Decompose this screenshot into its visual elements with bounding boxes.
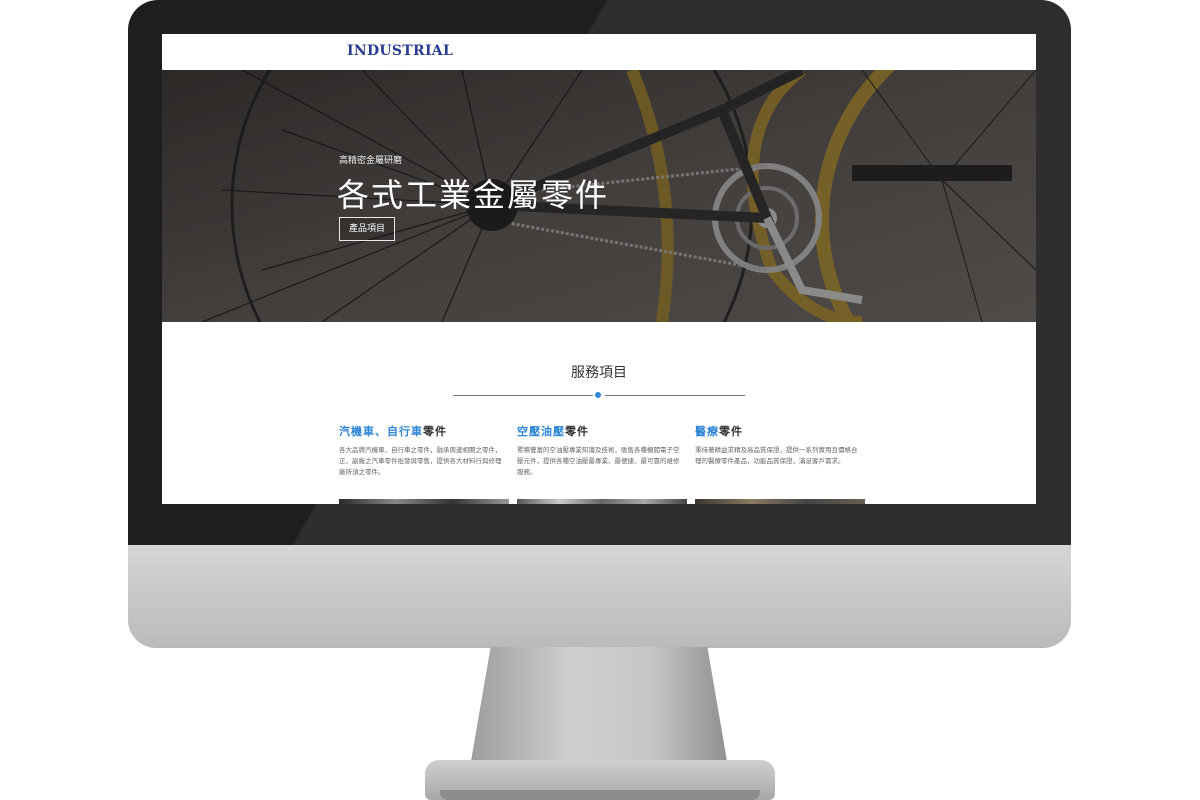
service-title: 汽機車、自行車零件: [339, 423, 504, 439]
services-heading: 服務項目: [571, 365, 627, 381]
service-title: 空壓油壓零件: [517, 423, 682, 439]
monitor-stand-base-edge: [440, 790, 760, 800]
service-description: 秉持著精益求精及高品質保證，提供一系列實用且價格合理的醫療零件產品，功能品質保證…: [695, 446, 858, 465]
service-image-medical[interactable]: [695, 499, 865, 504]
service-title: 醫療零件: [695, 423, 860, 439]
service-card-medical[interactable]: 醫療零件 秉持著精益求精及高品質保證，提供一系列實用且價格合理的醫療零件產品，功…: [695, 423, 860, 467]
heading-divider-left: [453, 395, 593, 396]
service-title-highlight: 汽機車、自行車: [339, 425, 423, 438]
hero-banner: 高精密金屬研磨 各式工業金屬零件 產品項目: [162, 70, 1036, 322]
service-description: 累積豐富的空油壓專業知識及技術，販售各種機閥電子空壓元件，提供各種空油壓最專業、…: [517, 446, 680, 476]
service-title-rest: 零件: [565, 425, 589, 438]
service-card-pneumatic[interactable]: 空壓油壓零件 累積豐富的空油壓專業知識及技術，販售各種機閥電子空壓元件，提供各種…: [517, 423, 682, 478]
service-card-vehicle[interactable]: 汽機車、自行車零件 各大品牌汽機車、自行車之零件，融承周邊相關之零件，正、副廠之…: [339, 423, 504, 478]
website-screen: INDUSTRIAL 高精密金屬研磨 各式工業金屬零件 產品項目 服務項目 汽機…: [162, 34, 1036, 504]
service-title-rest: 零件: [719, 425, 743, 438]
service-title-rest: 零件: [423, 425, 447, 438]
monitor-stand-neck: [470, 647, 728, 767]
heading-divider-dot: [595, 392, 601, 398]
service-title-highlight: 醫療: [695, 425, 719, 438]
service-image-pneumatic[interactable]: [517, 499, 687, 504]
hero-title: 各式工業金屬零件: [337, 176, 610, 214]
heading-divider-right: [605, 395, 745, 396]
service-description: 各大品牌汽機車、自行車之零件，融承周邊相關之零件，正、副廠之汽車零件批發與零售，…: [339, 446, 502, 476]
service-image-vehicle[interactable]: [339, 499, 509, 504]
service-title-highlight: 空壓油壓: [517, 425, 565, 438]
site-logo[interactable]: INDUSTRIAL: [347, 43, 453, 59]
hero-subtitle: 高精密金屬研磨: [339, 156, 403, 166]
navbar: INDUSTRIAL: [162, 34, 1036, 70]
monitor-chin: [128, 545, 1071, 648]
products-button[interactable]: 產品項目: [339, 217, 396, 241]
